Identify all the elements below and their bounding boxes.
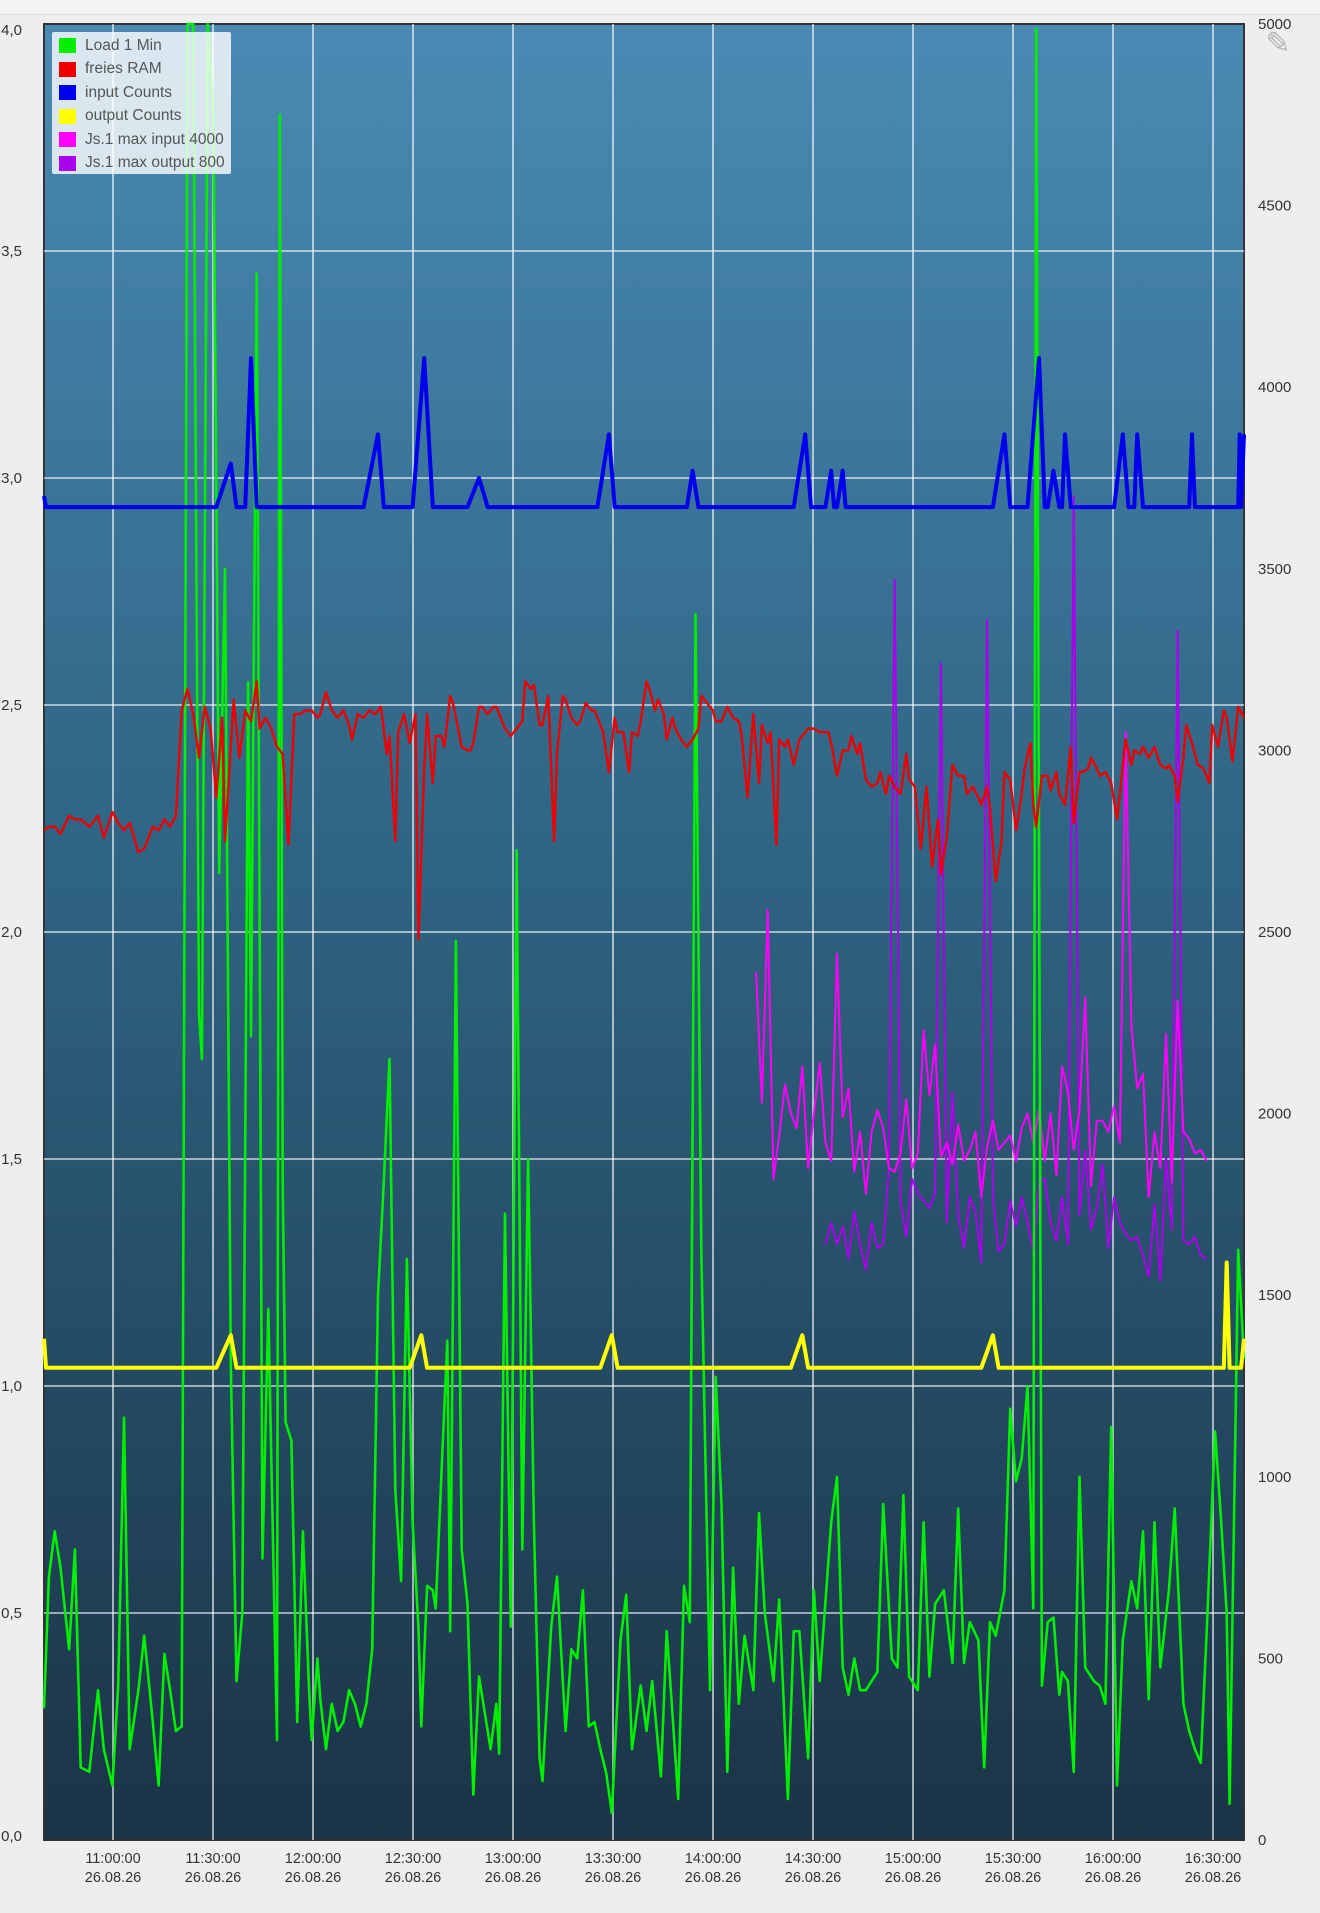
- x-tick-time-label: 11:00:00: [85, 1851, 140, 1867]
- x-tick-date-label: 26.08.26: [385, 1870, 441, 1886]
- y-left-tick-label: 3,5: [1, 243, 22, 260]
- legend-label: Js.1 max output 800: [85, 154, 225, 172]
- x-tick-time-label: 16:00:00: [1085, 1851, 1141, 1867]
- x-tick-time-label: 13:30:00: [585, 1851, 641, 1867]
- x-tick-time-label: 11:30:00: [185, 1851, 240, 1867]
- legend-label: Load 1 Min: [85, 36, 162, 54]
- y-right-tick-label: 3000: [1258, 742, 1291, 759]
- legend-label: Js.1 max input 4000: [85, 130, 224, 148]
- y-right-tick-label: 1000: [1258, 1469, 1291, 1486]
- legend-label: input Counts: [85, 83, 173, 101]
- x-tick-time-label: 14:30:00: [785, 1851, 841, 1867]
- x-tick-time-label: 15:00:00: [885, 1851, 941, 1867]
- x-tick-date-label: 26.08.26: [1085, 1870, 1141, 1886]
- x-tick-time-label: 12:00:00: [285, 1851, 341, 1867]
- legend-swatch: [59, 85, 76, 101]
- legend-swatch: [59, 108, 76, 124]
- y-left-tick-label: 1,0: [1, 1378, 22, 1395]
- y-left-tick-label: 0,0: [1, 1828, 22, 1845]
- y-left-tick-label: 2,5: [1, 697, 22, 714]
- legend-swatch: [59, 132, 76, 148]
- legend-swatch: [59, 61, 76, 77]
- legend-item[interactable]: Load 1 Min: [52, 34, 231, 58]
- y-right-tick-label: 500: [1258, 1650, 1283, 1667]
- y-right-tick-label: 1500: [1258, 1287, 1291, 1304]
- y-left-tick-label: 2,0: [1, 924, 22, 941]
- x-tick-time-label: 14:00:00: [685, 1851, 741, 1867]
- x-tick-date-label: 26.08.26: [1185, 1870, 1241, 1886]
- x-tick-time-label: 15:30:00: [985, 1851, 1041, 1867]
- x-tick-date-label: 26.08.26: [485, 1870, 541, 1886]
- x-tick-date-label: 26.08.26: [585, 1870, 641, 1886]
- y-right-tick-label: 2500: [1258, 924, 1291, 941]
- legend-swatch: [59, 38, 76, 54]
- legend-swatch: [59, 155, 76, 171]
- chart: 0,0 0,5 1,0 1,5 2,0 2,5 3,0 3,5 4,0 0 500 1000 1500 2…: [1, 16, 1291, 1886]
- legend: Load 1 Min freies RAM input Counts output C…: [52, 32, 231, 174]
- y-left-tick-label: 1,5: [1, 1151, 22, 1168]
- legend-item[interactable]: output Counts: [52, 105, 231, 129]
- y-left-tick-label: 4,0: [1, 22, 22, 39]
- x-tick-date-label: 26.08.26: [185, 1870, 241, 1886]
- x-tick-date-label: 26.08.26: [285, 1870, 341, 1886]
- y-left-tick-label: 3,0: [1, 470, 22, 487]
- x-tick-date-label: 26.08.26: [885, 1870, 941, 1886]
- y-left-tick-label: 0,5: [1, 1605, 22, 1622]
- legend-item[interactable]: freies RAM: [52, 58, 231, 82]
- legend-label: output Counts: [85, 107, 182, 125]
- x-tick-date-label: 26.08.26: [685, 1870, 741, 1886]
- x-tick-date-label: 26.08.26: [785, 1870, 841, 1886]
- legend-item[interactable]: input Counts: [52, 81, 231, 105]
- legend-label: freies RAM: [85, 60, 162, 78]
- y-right-tick-label: 0: [1258, 1832, 1266, 1849]
- x-tick-time-label: 16:30:00: [1185, 1851, 1241, 1867]
- legend-item[interactable]: Js.1 max input 4000: [52, 128, 231, 152]
- legend-item[interactable]: Js.1 max output 800: [52, 152, 231, 176]
- pencil-icon[interactable]: ✎: [1262, 28, 1294, 60]
- y-right-tick-label: 4000: [1258, 379, 1291, 396]
- y-right-tick-label: 3500: [1258, 561, 1291, 578]
- y-right-tick-label: 2000: [1258, 1106, 1291, 1123]
- x-tick-time-label: 12:30:00: [385, 1851, 441, 1867]
- x-tick-time-label: 13:00:00: [485, 1851, 541, 1867]
- x-tick-date-label: 26.08.26: [85, 1870, 141, 1886]
- x-tick-date-label: 26.08.26: [985, 1870, 1041, 1886]
- y-right-tick-label: 4500: [1258, 198, 1291, 215]
